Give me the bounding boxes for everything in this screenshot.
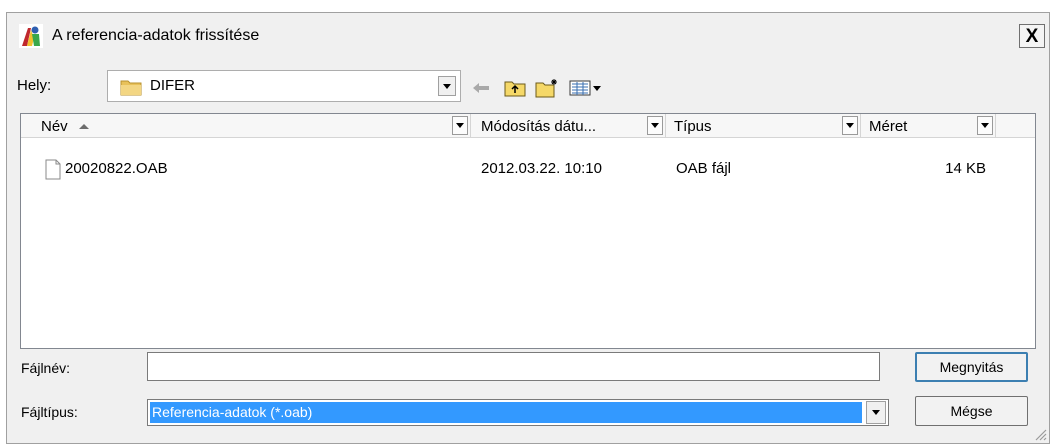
file-icon: [45, 159, 61, 180]
location-combo[interactable]: DIFER: [107, 70, 461, 102]
column-header-label: Név: [41, 117, 68, 135]
file-size: 14 KB: [945, 160, 986, 177]
file-list[interactable]: Név Módosítás dátu... Típus Méret 200208…: [20, 113, 1036, 349]
column-header-label: Módosítás dátu...: [481, 117, 597, 135]
filename-label: Fájlnév:: [21, 360, 71, 376]
close-button[interactable]: X: [1019, 24, 1045, 48]
column-header-modified[interactable]: Módosítás dátu...: [471, 114, 666, 138]
column-header-type[interactable]: Típus: [666, 114, 861, 138]
file-name: 20020822.OAB: [65, 160, 168, 177]
list-header: Név Módosítás dátu... Típus Méret: [21, 114, 1035, 138]
back-arrow-icon[interactable]: [469, 77, 493, 99]
location-value: DIFER: [150, 77, 195, 94]
window-title: A referencia-adatok frissítése: [52, 27, 260, 44]
new-folder-icon[interactable]: [535, 77, 559, 99]
location-dropdown-button[interactable]: [438, 76, 456, 96]
file-type: OAB fájl: [676, 160, 732, 177]
column-filter-button[interactable]: [452, 116, 468, 135]
list-item[interactable]: 20020822.OAB 2012.03.22. 10:10 OAB fájl …: [21, 159, 1035, 181]
file-modified: 2012.03.22. 10:10: [481, 160, 602, 177]
column-header-name[interactable]: Név: [21, 114, 471, 138]
chevron-down-icon: [443, 83, 451, 89]
column-filter-button[interactable]: [647, 116, 663, 135]
folder-icon: [120, 80, 142, 96]
column-filter-button[interactable]: [977, 116, 993, 135]
filetype-label: Fájltípus:: [21, 404, 78, 420]
title-bar[interactable]: A referencia-adatok frissítése X: [7, 13, 1049, 59]
up-folder-icon[interactable]: [503, 77, 527, 99]
open-button[interactable]: Megnyitás: [915, 352, 1028, 382]
filetype-dropdown-button[interactable]: [866, 401, 886, 424]
location-label: Hely:: [17, 77, 52, 94]
column-filter-button[interactable]: [842, 116, 858, 135]
sort-ascending-icon: [78, 124, 89, 129]
cancel-button[interactable]: Mégse: [915, 396, 1028, 426]
file-open-dialog: A referencia-adatok frissítése X Hely: D…: [6, 12, 1050, 444]
column-header-size[interactable]: Méret: [861, 114, 996, 138]
filetype-select[interactable]: Referencia-adatok (*.oab): [147, 399, 889, 426]
chevron-down-icon: [872, 410, 880, 415]
filetype-value: Referencia-adatok (*.oab): [152, 404, 313, 420]
view-menu-icon[interactable]: [567, 77, 607, 99]
column-header-label: Típus: [674, 117, 712, 135]
column-header-label: Méret: [869, 117, 908, 135]
filename-input[interactable]: [147, 352, 880, 381]
filetype-selected: Referencia-adatok (*.oab): [150, 402, 862, 423]
app-icon: [19, 24, 43, 48]
resize-grip-icon[interactable]: [1033, 427, 1047, 441]
